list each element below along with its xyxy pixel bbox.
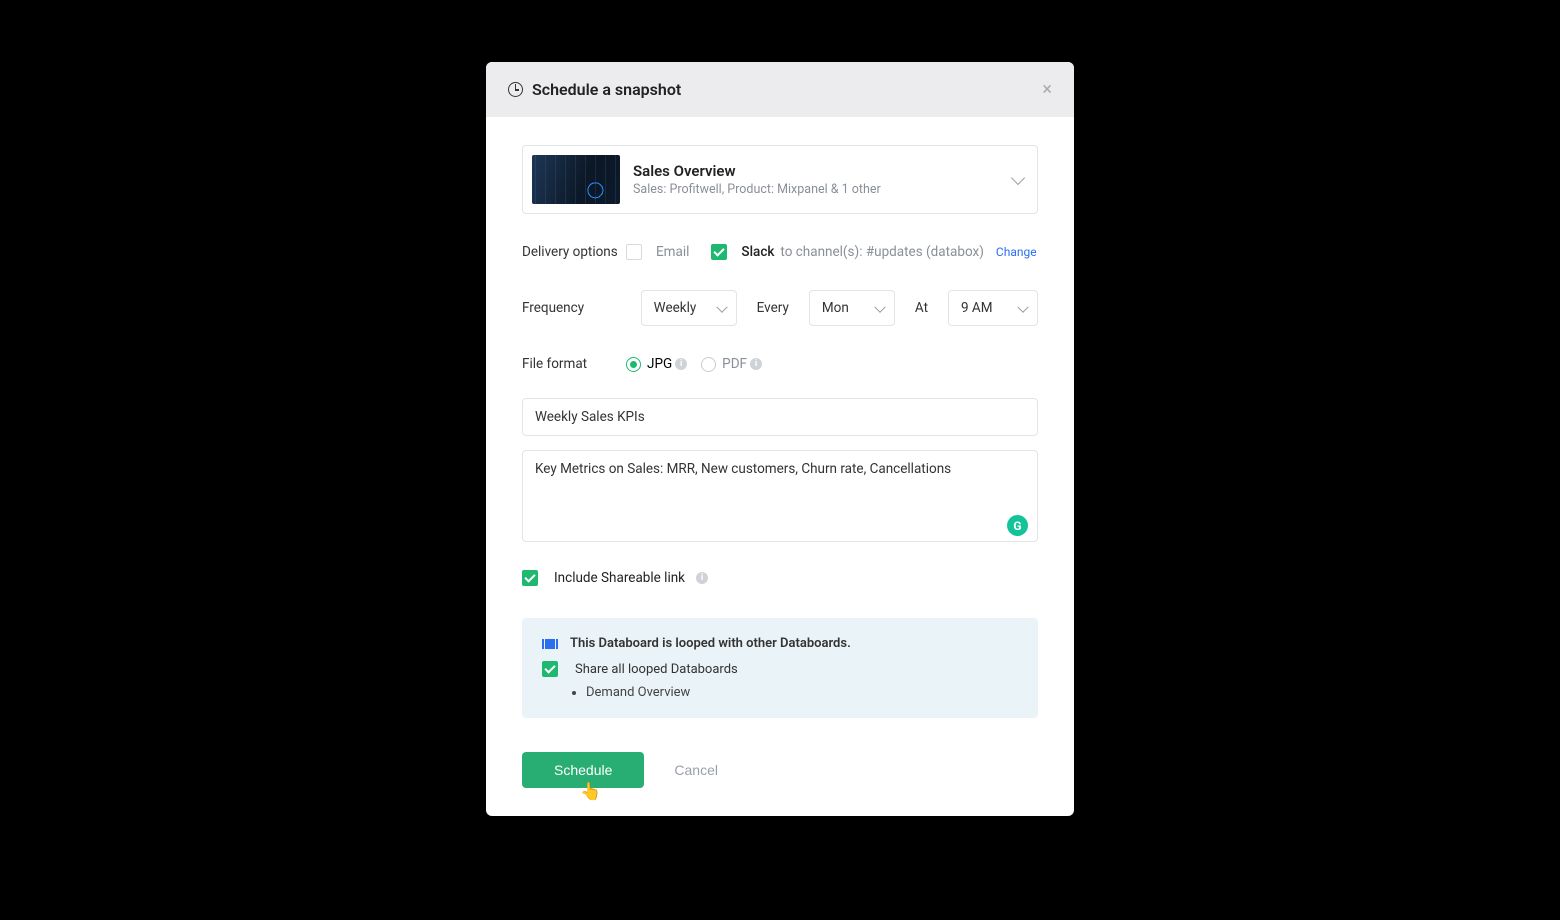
loop-info-box: This Databoard is looped with other Data… [522,618,1038,718]
format-pdf-radio[interactable] [701,357,716,372]
frequency-time-value: 9 AM [961,300,993,316]
chevron-down-icon [1017,302,1028,313]
looped-databoards-list: Demand Overview [586,685,1018,700]
format-label: File format [522,356,626,372]
chevron-down-icon [874,302,885,313]
databoard-subtitle: Sales: Profitwell, Product: Mixpanel & 1… [633,182,1000,197]
databoard-thumbnail [532,155,620,204]
loop-icon [542,639,558,649]
delivery-row: Delivery options Email Slack to channel(… [522,244,1038,260]
modal-body: Sales Overview Sales: Profitwell, Produc… [486,117,1074,816]
loop-heading: This Databoard is looped with other Data… [570,636,851,651]
frequency-period-value: Weekly [654,300,697,316]
clock-icon [508,82,523,97]
share-looped-checkbox[interactable] [542,661,558,677]
frequency-row: Frequency Weekly Every Mon At 9 AM [522,290,1038,326]
every-label: Every [757,300,789,316]
slack-label: Slack [741,244,774,260]
share-looped-label: Share all looped Databoards [575,662,738,677]
frequency-label: Frequency [522,300,621,316]
format-jpg-radio[interactable] [626,357,641,372]
modal-header: Schedule a snapshot × [486,62,1074,117]
close-icon[interactable]: × [1042,81,1052,99]
list-item: Demand Overview [586,685,1018,700]
snapshot-name-input[interactable] [522,398,1038,436]
email-label: Email [656,244,689,260]
frequency-day-select[interactable]: Mon [809,290,895,326]
snapshot-description-input[interactable] [522,450,1038,542]
frequency-day-value: Mon [822,300,849,316]
format-pdf-label: PDF [722,356,747,372]
format-jpg-label: JPG [647,356,672,372]
schedule-button[interactable]: Schedule [522,752,644,788]
modal-actions: Schedule Cancel 👆 [522,752,1038,788]
info-icon[interactable]: i [675,358,687,370]
email-checkbox[interactable] [626,244,642,260]
shareable-checkbox[interactable] [522,570,538,586]
info-icon[interactable]: i [750,358,762,370]
frequency-period-select[interactable]: Weekly [641,290,737,326]
modal: Schedule a snapshot × Sales Overview Sal… [486,62,1074,816]
slack-checkbox[interactable] [711,244,727,260]
databoard-name: Sales Overview [633,162,1000,180]
shareable-label: Include Shareable link [554,570,685,586]
chevron-down-icon [1011,170,1025,184]
modal-title: Schedule a snapshot [532,80,681,99]
cancel-button[interactable]: Cancel [674,762,718,778]
slack-channel-text: to channel(s): #updates (databox) [780,244,984,260]
at-label: At [915,300,928,316]
grammarly-icon[interactable]: G [1007,515,1028,536]
slack-change-link[interactable]: Change [996,245,1037,259]
info-icon[interactable]: i [696,572,708,584]
chevron-down-icon [716,302,727,313]
databoard-select[interactable]: Sales Overview Sales: Profitwell, Produc… [522,145,1038,214]
delivery-label: Delivery options [522,244,626,260]
format-row: File format JPG i PDF i [522,356,1038,372]
shareable-row: Include Shareable link i [522,570,1038,586]
frequency-time-select[interactable]: 9 AM [948,290,1038,326]
